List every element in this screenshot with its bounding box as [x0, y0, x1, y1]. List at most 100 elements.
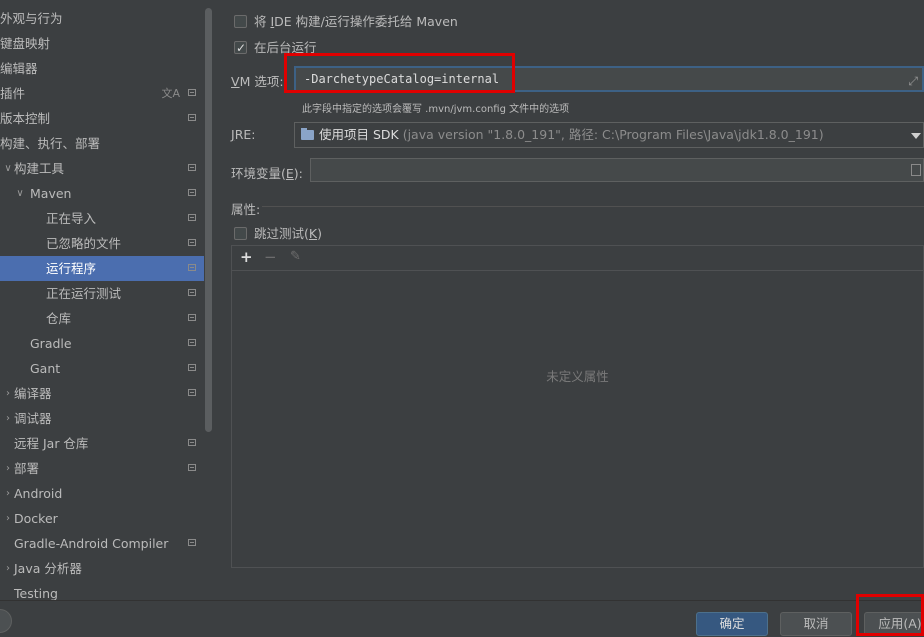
chevron-down-icon[interactable]: ∨ — [14, 181, 26, 206]
vm-options-value: -DarchetypeCatalog=internal — [304, 72, 500, 86]
sidebar-item[interactable]: 运行程序 — [0, 256, 204, 281]
edit-icon[interactable]: ✎ — [290, 248, 301, 266]
project-scope-icon — [188, 89, 196, 96]
sidebar-item-label: 正在导入 — [46, 211, 97, 226]
sidebar-item[interactable]: ∨ 构建工具 — [0, 156, 204, 181]
project-scope-icon — [188, 264, 196, 271]
sidebar-item[interactable]: › Android — [0, 481, 204, 506]
project-scope-icon — [188, 464, 196, 471]
chevron-right-icon[interactable]: › — [2, 381, 14, 406]
sidebar-item-label: 远程 Jar 仓库 — [14, 436, 89, 451]
jre-select[interactable]: 使用项目 SDK (java version "1.8.0_191", 路径: … — [294, 122, 924, 148]
properties-toolbar: + − ✎ — [232, 246, 923, 271]
project-scope-icon — [188, 364, 196, 371]
apply-button[interactable]: 应用(A) — [864, 612, 924, 636]
sidebar-item[interactable]: › Docker — [0, 506, 204, 531]
project-scope-icon — [188, 114, 196, 121]
properties-separator — [262, 206, 924, 207]
sidebar-item-label: 键盘映射 — [0, 36, 51, 51]
remove-icon[interactable]: − — [264, 248, 277, 266]
sdk-folder-icon — [301, 128, 314, 140]
sidebar-item[interactable]: Gradle-Android Compiler — [0, 531, 204, 556]
chevron-right-icon[interactable]: › — [2, 481, 14, 506]
sidebar-item[interactable]: 远程 Jar 仓库 — [0, 431, 204, 456]
cancel-button[interactable]: 取消 — [780, 612, 852, 636]
sidebar-item-label: 版本控制 — [0, 111, 51, 126]
jre-label: JRE: — [231, 127, 256, 142]
maven-runner-panel: 将 IDE 构建/运行操作委托给 Maven 在后台运行 VM 选项: -Dar… — [214, 0, 924, 600]
sidebar-item[interactable]: › 部署 — [0, 456, 204, 481]
delegate-to-maven-checkbox[interactable] — [234, 15, 247, 28]
run-in-background-checkbox[interactable] — [234, 38, 247, 58]
add-icon[interactable]: + — [240, 248, 253, 266]
sidebar-item[interactable]: 正在导入 — [0, 206, 204, 231]
help-button[interactable] — [0, 609, 12, 633]
vm-options-hint: 此字段中指定的选项会覆写 .mvn/jvm.config 文件中的选项 — [302, 104, 570, 115]
project-scope-icon — [188, 164, 196, 171]
jre-selected-value: 使用项目 SDK — [319, 127, 399, 142]
skip-tests-label: 跳过测试(K) — [254, 226, 322, 241]
properties-label: 属性: — [231, 202, 261, 217]
sidebar-item[interactable]: 构建、执行、部署 — [0, 131, 204, 156]
vm-options-input[interactable]: -DarchetypeCatalog=internal ⤢ — [294, 66, 924, 92]
project-scope-icon — [188, 239, 196, 246]
project-scope-icon — [188, 439, 196, 446]
project-scope-icon — [188, 214, 196, 221]
project-scope-icon — [188, 339, 196, 346]
sidebar-item-label: Android — [14, 486, 63, 501]
sidebar-item[interactable]: 正在运行测试 — [0, 281, 204, 306]
env-vars-input[interactable] — [310, 158, 924, 182]
expand-icon[interactable]: ⤢ — [908, 70, 918, 92]
chevron-right-icon[interactable]: › — [2, 506, 14, 531]
sidebar-item[interactable]: › 调试器 — [0, 406, 204, 431]
sidebar-item-label: 仓库 — [46, 311, 72, 326]
run-in-background-label: 在后台运行 — [254, 40, 317, 55]
chevron-down-icon[interactable]: ∨ — [2, 156, 14, 181]
jre-detail: (java version "1.8.0_191", 路径: C:\Progra… — [398, 127, 824, 142]
project-scope-icon — [188, 289, 196, 296]
sidebar-item[interactable]: 编辑器 — [0, 56, 204, 81]
sidebar-item[interactable]: 插件 文A — [0, 81, 204, 106]
project-scope-icon — [188, 389, 196, 396]
sidebar-item-label: 编辑器 — [0, 61, 38, 76]
chevron-down-icon[interactable] — [911, 133, 921, 139]
sidebar-item[interactable]: Gradle — [0, 331, 204, 356]
browse-icon[interactable] — [911, 164, 921, 176]
sidebar-item[interactable]: 键盘映射 — [0, 31, 204, 56]
sidebar-item-label: Gradle-Android Compiler — [14, 536, 169, 551]
sidebar-item-label: Maven — [30, 186, 72, 201]
sidebar-item-label: 已忽略的文件 — [46, 236, 122, 251]
sidebar-item-label: 插件 — [0, 86, 26, 101]
sidebar-item[interactable]: › 编译器 — [0, 381, 204, 406]
sidebar-item-label: Java 分析器 — [14, 561, 82, 576]
project-scope-icon — [188, 314, 196, 321]
sidebar-item-label: 调试器 — [14, 411, 52, 426]
sidebar-item-label: 正在运行测试 — [46, 286, 122, 301]
sidebar-item[interactable]: 版本控制 — [0, 106, 204, 131]
sidebar-scrollbar-thumb[interactable] — [205, 8, 212, 432]
project-scope-icon — [188, 189, 196, 196]
empty-properties-text: 未定义属性 — [546, 369, 609, 384]
sidebar-item[interactable]: Testing — [0, 581, 204, 600]
sidebar-item-label: Testing — [14, 586, 58, 600]
properties-table[interactable]: + − ✎ 未定义属性 — [231, 245, 924, 568]
env-vars-label: 环境变量(E): — [231, 166, 303, 181]
skip-tests-checkbox[interactable] — [234, 227, 247, 240]
sidebar-item-label: Gant — [30, 361, 61, 376]
chevron-right-icon[interactable]: › — [2, 406, 14, 431]
sidebar-item-label: 编译器 — [14, 386, 52, 401]
sidebar-item[interactable]: 仓库 — [0, 306, 204, 331]
chevron-right-icon[interactable]: › — [2, 556, 14, 581]
sidebar-item-label: Docker — [14, 511, 58, 526]
sidebar-item[interactable]: Gant — [0, 356, 204, 381]
sidebar-item[interactable]: 已忽略的文件 — [0, 231, 204, 256]
sidebar-item-label: 部署 — [14, 461, 40, 476]
sidebar-item[interactable]: ∨ Maven — [0, 181, 204, 206]
sidebar-item[interactable]: 外观与行为 — [0, 6, 204, 31]
chevron-right-icon[interactable]: › — [2, 456, 14, 481]
delegate-to-maven-label: 将 IDE 构建/运行操作委托给 Maven — [254, 14, 458, 29]
sidebar-item[interactable]: › Java 分析器 — [0, 556, 204, 581]
project-scope-icon — [188, 539, 196, 546]
ok-button[interactable]: 确定 — [696, 612, 768, 636]
sidebar-item-label: Gradle — [30, 336, 72, 351]
